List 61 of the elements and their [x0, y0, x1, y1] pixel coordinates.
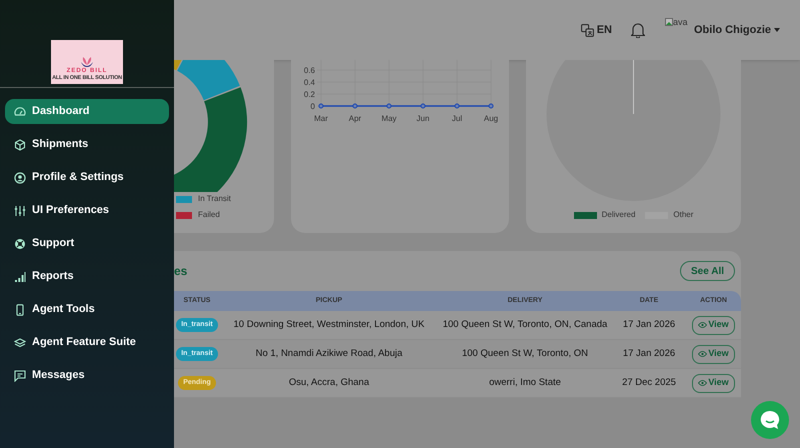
phone-icon: [14, 304, 26, 316]
chat-icon: [14, 370, 26, 382]
nav-item[interactable]: Messages: [5, 363, 169, 388]
y-tick-label: 0.4: [304, 78, 315, 87]
table-cell-text: 17 Jan 2026: [622, 346, 676, 361]
nav-item[interactable]: Support: [5, 231, 169, 256]
bell-icon: [631, 22, 645, 38]
nav-item[interactable]: Shipments: [5, 132, 169, 157]
x-tick-label: Jun: [416, 114, 430, 123]
gauge-icon: [14, 106, 26, 118]
table-cell-text: 27 Dec 2025: [621, 376, 677, 390]
data-point: [488, 104, 494, 108]
data-point: [318, 104, 324, 108]
data-point: [352, 104, 358, 108]
user-menu-button[interactable]: Obilo Chigozie: [694, 22, 780, 38]
data-point: [420, 104, 426, 108]
legend-label: Delivered: [602, 209, 636, 221]
person-circle-icon: [14, 172, 26, 184]
x-tick-label: Mar: [314, 114, 328, 123]
nav-item[interactable]: UI Preferences: [5, 198, 169, 223]
avatar-broken-image: ava: [665, 17, 690, 43]
language-button[interactable]: EN: [580, 22, 612, 38]
nav-item[interactable]: Agent Tools: [5, 297, 169, 322]
y-tick-label: 0.6: [304, 66, 315, 75]
table-cell-text: No 1, Nnamdi Azikiwe Road, Abuja: [254, 346, 404, 361]
cube-icon: [14, 138, 26, 150]
nav-item[interactable]: Profile & Settings: [5, 165, 169, 190]
chat-button[interactable]: [751, 401, 789, 439]
lotus-icon: [79, 54, 95, 68]
sliders-icon: [14, 204, 26, 216]
eye-icon: [698, 322, 708, 328]
bar-chart-icon: [14, 270, 26, 282]
translate-icon: [580, 24, 594, 36]
layers-icon: [14, 336, 26, 348]
table-cell-text: 100 Queen St W, Toronto, ON: [460, 346, 590, 361]
y-tick-label: 0.2: [304, 90, 315, 99]
x-tick-label: Jul: [452, 114, 462, 123]
lifebuoy-icon: [14, 238, 26, 250]
x-tick-label: Aug: [484, 114, 498, 123]
legend-label: Other: [673, 209, 694, 221]
eye-icon: [698, 380, 708, 386]
y-tick-label: 0: [310, 102, 315, 111]
table-cell-text: owerri, Imo State: [488, 376, 562, 390]
legend-label: In Transit: [198, 193, 231, 205]
section-title: es: [174, 263, 188, 280]
nav-item[interactable]: Dashboard: [5, 99, 169, 124]
caret-icon: [774, 28, 780, 32]
nav-item[interactable]: Agent Feature Suite: [5, 330, 169, 355]
notification-button[interactable]: [631, 22, 645, 38]
chat-icon: [759, 409, 781, 431]
x-tick-label: May: [381, 114, 397, 123]
legend-label: Failed: [198, 209, 220, 221]
x-tick-label: Apr: [348, 114, 362, 123]
table-cell-text: Osu, Accra, Ghana: [288, 376, 370, 390]
table-cell-text: 17 Jan 2026: [622, 318, 676, 332]
data-point: [386, 104, 392, 108]
nav-item[interactable]: Reports: [5, 264, 169, 289]
table-cell-text: 10 Downing Street, Westminster, London, UK: [232, 318, 426, 332]
data-point: [454, 104, 460, 108]
table-cell-text: 100 Queen St W, Toronto, ON, Canada: [442, 318, 608, 332]
eye-icon: [698, 351, 708, 357]
